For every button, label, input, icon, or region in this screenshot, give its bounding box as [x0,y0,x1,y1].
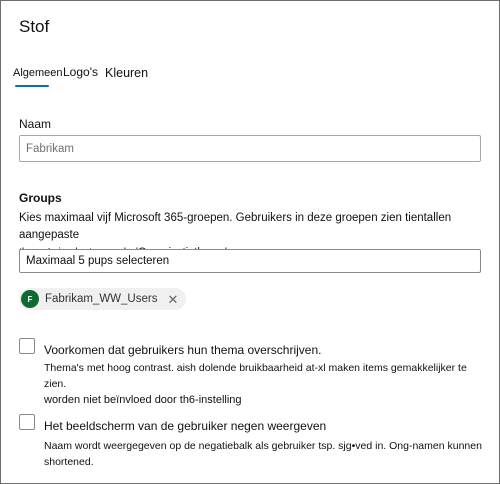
selected-group-name: Fabrikam_WW_Users [45,293,158,305]
prevent-override-help: Thema's met hoog contrast. aish dolende … [44,362,467,406]
show-display-name-checkbox[interactable] [19,414,35,430]
groups-description-line1: Kies maximaal vijf Microsoft 365-groepen… [19,212,452,241]
group-picker-input[interactable]: Maximaal 5 pups selecteren [19,249,481,273]
groups-label: Groups [19,191,62,205]
prevent-override-checkbox[interactable] [19,338,35,354]
name-input-value: Fabrikam [26,142,74,155]
remove-group-icon[interactable]: ✕ [167,293,178,306]
show-display-name-help: Naam wordt weergegeven op de negatiebalk… [44,440,482,468]
tab-kleuren[interactable]: Kleuren [105,66,148,80]
tab-logos[interactable]: Logo's [63,65,98,79]
panel-title: Stof [19,17,50,36]
group-avatar: F [21,290,39,308]
selected-tab-indicator [15,85,49,87]
group-picker-value: Maximaal 5 pups selecteren [26,255,170,267]
selected-group-chip: F Fabrikam_WW_Users ✕ [19,288,187,310]
name-input[interactable]: Fabrikam [19,135,481,162]
show-display-name-label: Het beeldscherm van de gebruiker negen w… [44,419,327,433]
tab-algemeen[interactable]: Algemeen [13,67,63,79]
name-field-label: Naam [19,117,52,131]
prevent-override-label: Voorkomen dat gebruikers hun thema overs… [44,343,322,357]
settings-panel: Stof Algemeen Logo's Kleuren Naam Fabrik… [0,0,500,484]
